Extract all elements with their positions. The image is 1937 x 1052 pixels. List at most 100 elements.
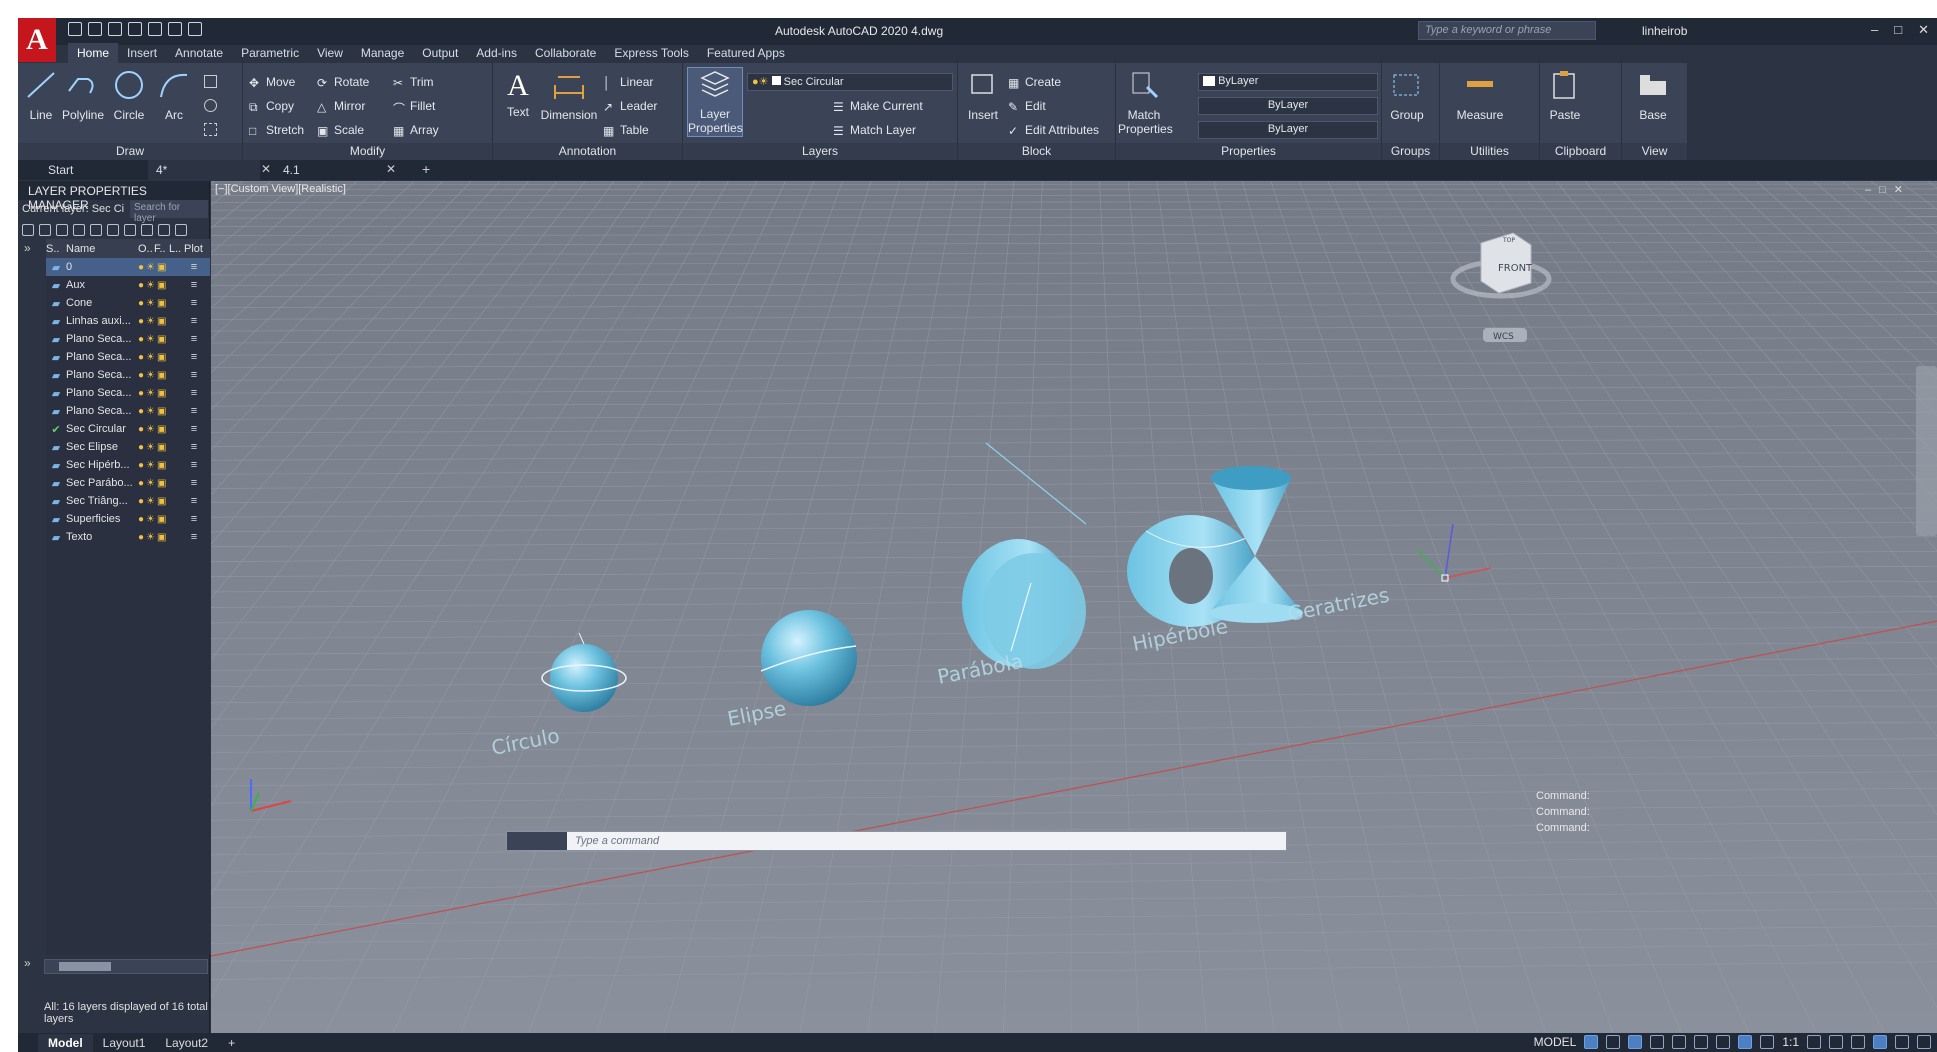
layer-status-icon[interactable]: ▰ — [46, 279, 66, 292]
hatch-icon[interactable] — [204, 123, 217, 136]
layer-state-icons[interactable]: ●☀▣ — [138, 496, 184, 507]
col-status[interactable]: S.. — [46, 243, 66, 255]
table-button[interactable]: ▦ Table — [603, 121, 649, 139]
layer-name[interactable]: Plano Seca... — [66, 369, 138, 381]
new-property-filter-icon[interactable] — [22, 224, 34, 236]
add-layout-plus-icon[interactable]: + — [218, 1034, 245, 1052]
sphere-ellipse-section[interactable] — [760, 610, 857, 706]
plus-icon[interactable] — [1829, 1035, 1843, 1049]
viewport-controls-label[interactable]: [−][Custom View][Realistic] — [215, 183, 346, 195]
tab-featured-apps[interactable]: Featured Apps — [698, 43, 794, 63]
layer-status-icon[interactable]: ▰ — [46, 333, 66, 346]
layer-status-icon[interactable]: ▰ — [46, 441, 66, 454]
command-input[interactable]: Type a command — [567, 835, 659, 847]
redo-icon[interactable] — [188, 22, 202, 36]
circle-button[interactable]: Circle — [106, 69, 152, 122]
copy-button[interactable]: ⧉ Copy — [249, 97, 294, 115]
col-plot[interactable]: Plot — [184, 243, 210, 255]
plot-printer-icon[interactable]: ≡ — [184, 279, 204, 291]
rotate-button[interactable]: ⟳ Rotate — [317, 73, 369, 91]
plot-printer-icon[interactable]: ≡ — [184, 495, 204, 507]
drawing-viewport[interactable]: Círculo Elipse Parábola Hipérbole Geratr… — [211, 181, 1937, 1033]
tab-annotate[interactable]: Annotate — [166, 43, 232, 63]
color-dropdown[interactable]: ByLayer — [1198, 73, 1378, 91]
lineweight-dropdown[interactable]: ByLayer — [1198, 121, 1378, 139]
layer-status-icon[interactable]: ▰ — [46, 387, 66, 400]
layer-row[interactable]: ✔ Sec Circular ●☀▣ ≡ — [46, 420, 210, 438]
layer-state-icons[interactable]: ●☀▣ — [138, 532, 184, 543]
plot-printer-icon[interactable]: ≡ — [184, 333, 204, 345]
plot-printer-icon[interactable]: ≡ — [184, 441, 204, 453]
refresh-icon[interactable] — [141, 224, 153, 236]
viewcube-top-face[interactable]: TOP — [1502, 237, 1515, 244]
plot-printer-icon[interactable]: ≡ — [184, 423, 204, 435]
make-current-button[interactable]: ☰ Make Current — [833, 97, 923, 115]
new-file-icon[interactable] — [68, 22, 82, 36]
save-as-icon[interactable] — [128, 22, 142, 36]
layer-name[interactable]: Sec Elipse — [66, 441, 138, 453]
expand-filter-tree-icon[interactable]: » — [24, 241, 31, 255]
plot-printer-icon[interactable]: ≡ — [184, 405, 204, 417]
draw-panel-title[interactable]: Draw — [18, 143, 242, 160]
layer-state-icons[interactable]: ●☀▣ — [138, 334, 184, 345]
new-tab-plus-icon[interactable]: + — [422, 161, 430, 177]
layer-row[interactable]: ▰ Texto ●☀▣ ≡ — [46, 528, 210, 546]
layer-status-icon[interactable]: ▰ — [46, 459, 66, 472]
set-current-icon[interactable] — [124, 224, 136, 236]
layer-name[interactable]: Aux — [66, 279, 138, 291]
layer-name[interactable]: Sec Circular — [66, 423, 138, 435]
hardware-acceleration-icon[interactable] — [1873, 1035, 1887, 1049]
layer-row[interactable]: ▰ Plano Seca... ●☀▣ ≡ — [46, 384, 210, 402]
layer-name[interactable]: Plano Seca... — [66, 405, 138, 417]
col-name[interactable]: Name — [66, 243, 138, 255]
tab-output[interactable]: Output — [413, 43, 467, 63]
move-button[interactable]: ✥ Move — [249, 73, 295, 91]
command-line-controls[interactable] — [507, 832, 567, 850]
close-tab-icon[interactable]: ✕ — [386, 162, 396, 176]
layer-status-icon[interactable]: ▰ — [46, 495, 66, 508]
tab-model[interactable]: Model — [38, 1033, 93, 1052]
layer-row[interactable]: ▰ Sec Hipérb... ●☀▣ ≡ — [46, 456, 210, 474]
gear-icon[interactable] — [175, 224, 187, 236]
navigation-bar[interactable] — [1916, 366, 1937, 536]
plot-printer-icon[interactable]: ≡ — [184, 531, 204, 543]
layer-name[interactable]: Plano Seca... — [66, 387, 138, 399]
clipboard-panel-title[interactable]: Clipboard — [1540, 143, 1621, 160]
grid-display-icon[interactable] — [1584, 1035, 1599, 1049]
isometric-drafting-icon[interactable] — [1672, 1035, 1687, 1049]
layer-row[interactable]: ▰ Plano Seca... ●☀▣ ≡ — [46, 402, 210, 420]
edit-block-button[interactable]: ✎ Edit — [1008, 97, 1046, 115]
layer-row[interactable]: ▰ Sec Elipse ●☀▣ ≡ — [46, 438, 210, 456]
customization-menu-icon[interactable] — [1917, 1035, 1931, 1049]
close-tab-icon[interactable]: ✕ — [261, 162, 271, 176]
layer-name[interactable]: Sec Parábo... — [66, 477, 138, 489]
user-account[interactable]: linheirob — [1642, 24, 1687, 38]
layer-state-icons[interactable]: ●☀▣ — [138, 370, 184, 381]
layer-state-icons[interactable]: ●☀▣ — [138, 262, 184, 273]
linear-dimension-button[interactable]: │ Linear — [603, 73, 653, 91]
collapse-icon[interactable]: » — [24, 956, 31, 970]
workspace-gear-icon[interactable] — [1807, 1035, 1821, 1049]
plot-printer-icon[interactable]: ≡ — [184, 297, 204, 309]
layer-name[interactable]: Cone — [66, 297, 138, 309]
tab-express-tools[interactable]: Express Tools — [605, 43, 697, 63]
rectangle-icon[interactable] — [204, 75, 217, 88]
col-freeze[interactable]: F.. — [154, 243, 169, 255]
plot-printer-icon[interactable]: ≡ — [184, 459, 204, 471]
view-panel-title[interactable]: View — [1622, 143, 1687, 160]
plot-printer-icon[interactable]: ≡ — [184, 477, 204, 489]
tab-view[interactable]: View — [308, 43, 352, 63]
plot-printer-icon[interactable]: ≡ — [184, 261, 204, 273]
clean-screen-icon[interactable] — [1895, 1035, 1909, 1049]
layer-state-icons[interactable]: ●☀▣ — [138, 406, 184, 417]
ellipse-icon[interactable] — [204, 99, 217, 112]
plot-printer-icon[interactable]: ≡ — [184, 387, 204, 399]
measure-button[interactable]: Measure — [1450, 69, 1510, 122]
layer-name[interactable]: Plano Seca... — [66, 351, 138, 363]
modify-panel-title[interactable]: Modify — [243, 143, 492, 160]
layer-name[interactable]: Texto — [66, 531, 138, 543]
command-line[interactable]: Type a command — [506, 831, 1287, 851]
layer-state-icons[interactable]: ●☀▣ — [138, 280, 184, 291]
layer-row[interactable]: ▰ Superficies ●☀▣ ≡ — [46, 510, 210, 528]
text-button[interactable]: A Text — [495, 69, 541, 119]
